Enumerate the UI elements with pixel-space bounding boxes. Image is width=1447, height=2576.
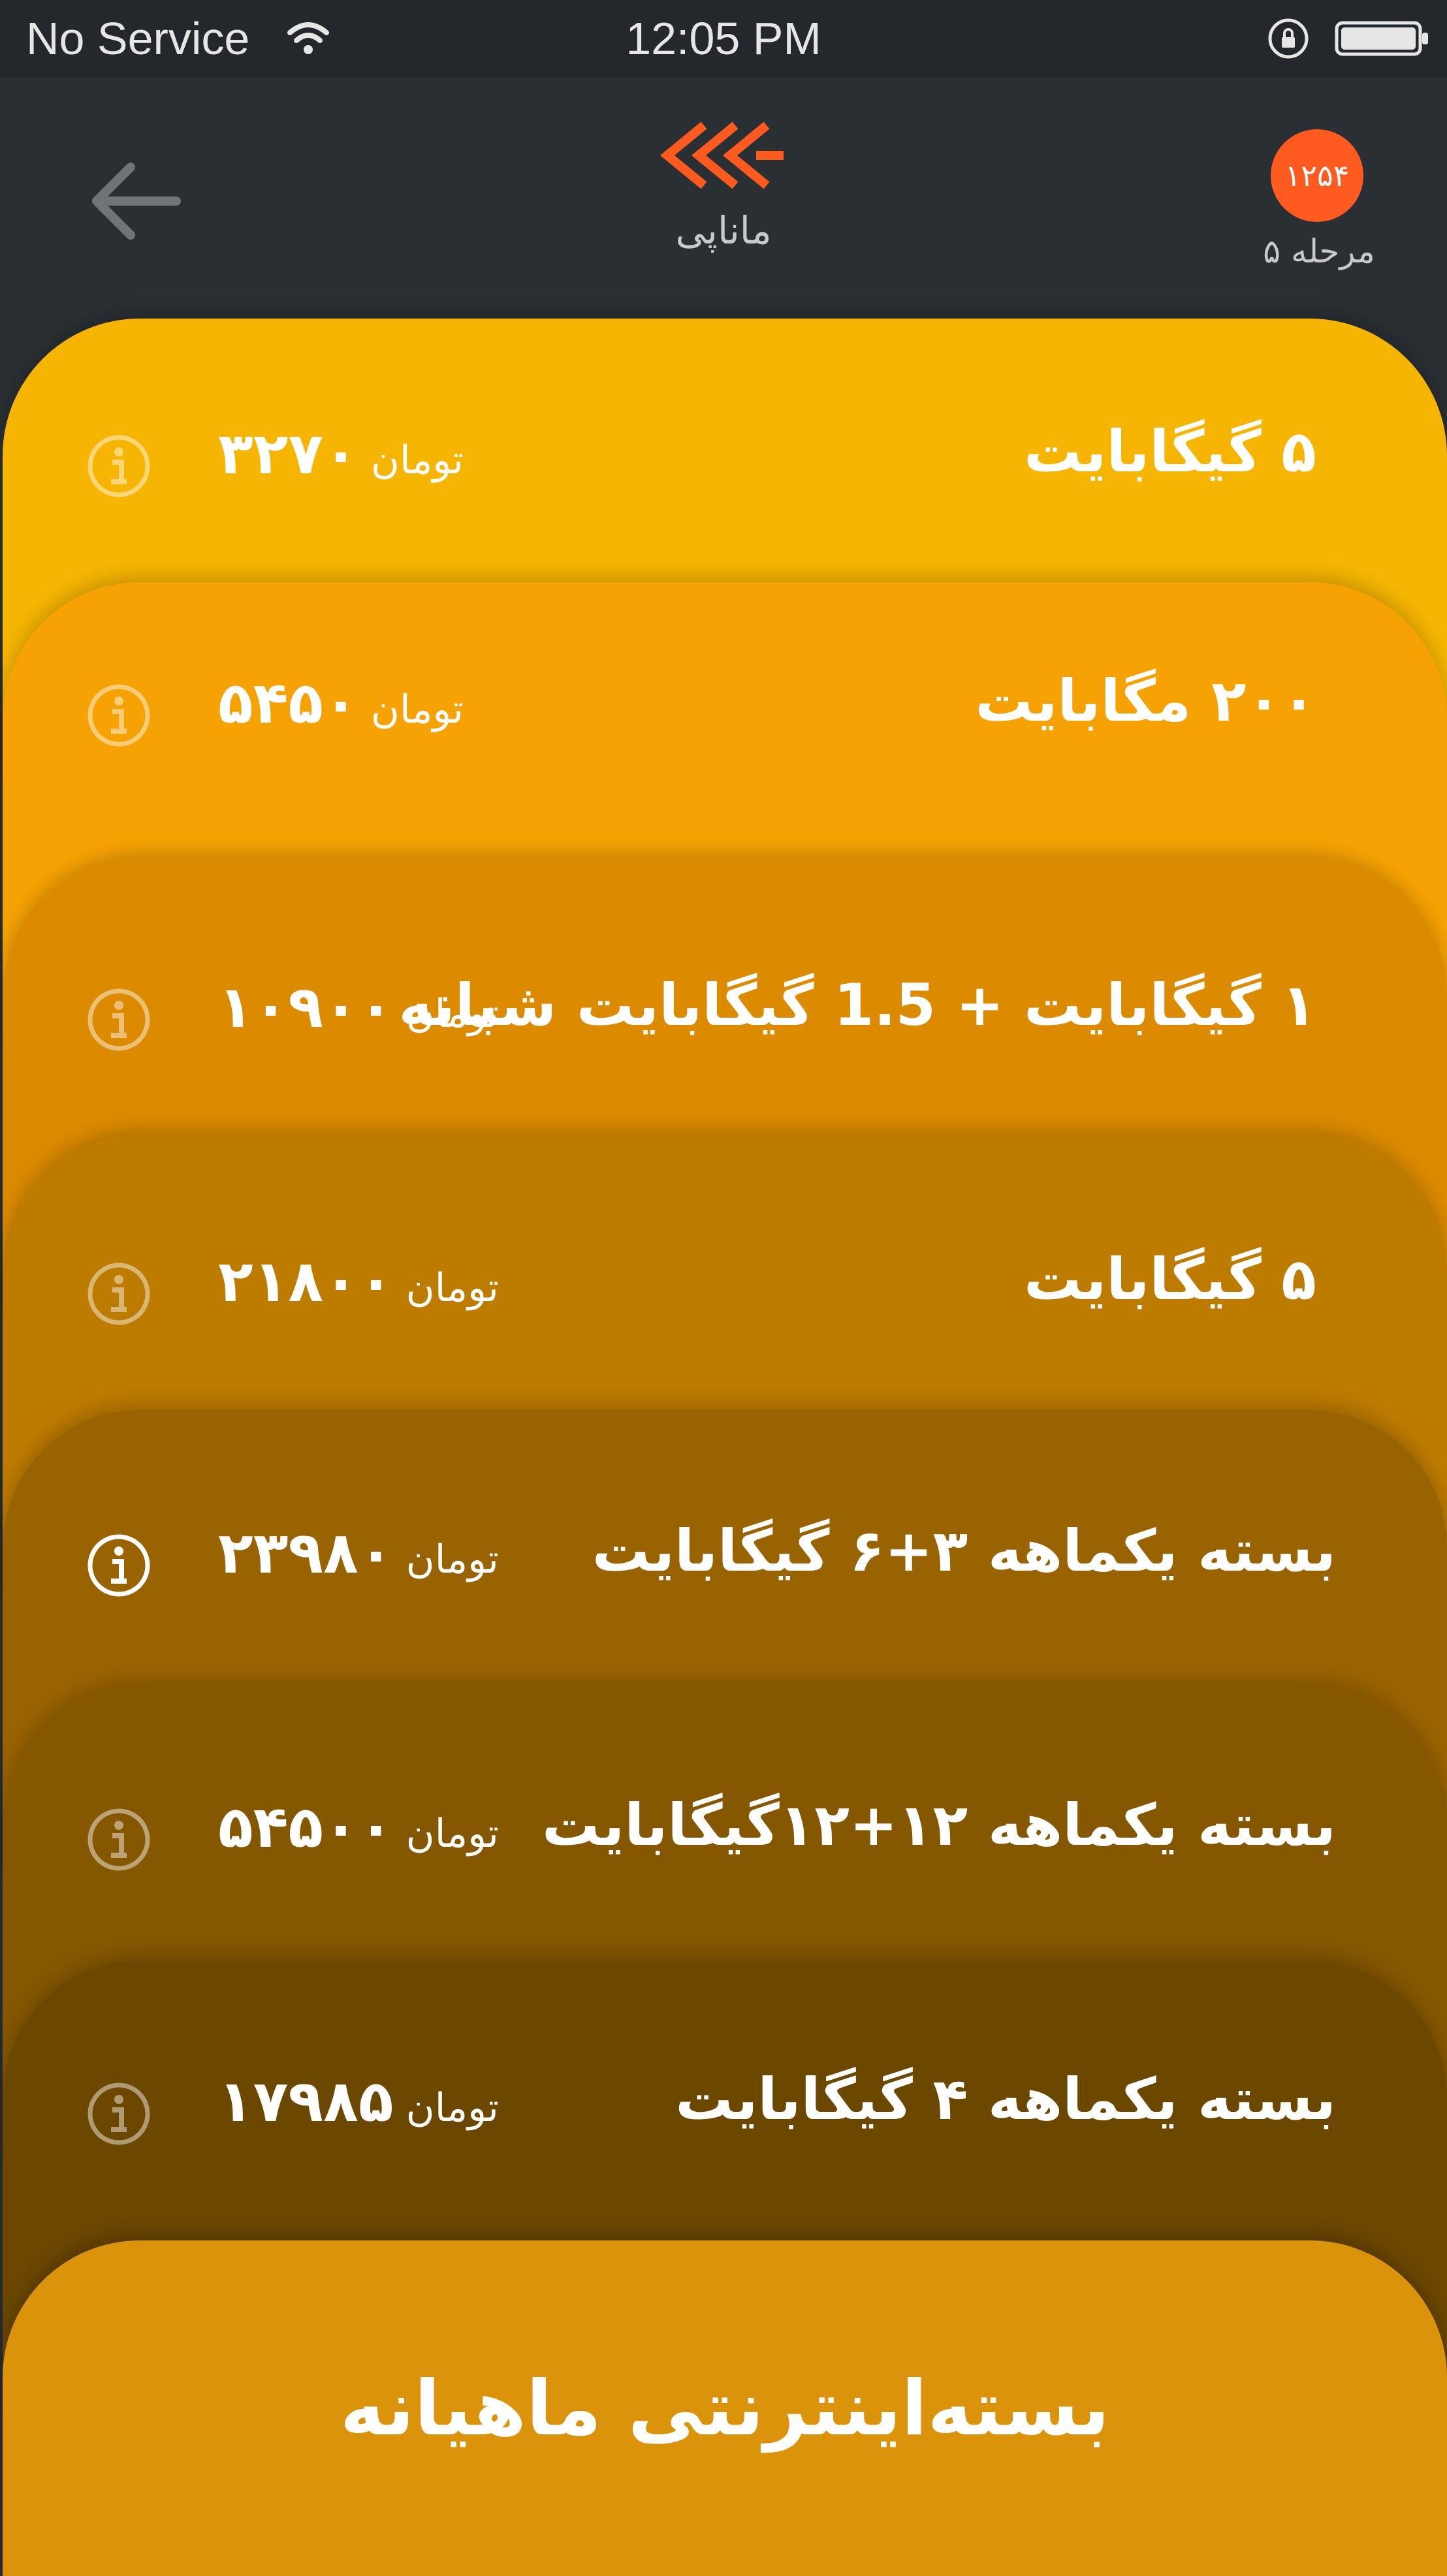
app-name: مانا‌پی	[675, 208, 772, 253]
info-icon[interactable]	[86, 433, 151, 499]
price-unit: تومان	[370, 687, 464, 732]
package-price: ۳۲۷۰ تومان	[218, 420, 475, 487]
info-icon[interactable]	[86, 1807, 151, 1872]
package-price: ۲۱۸۰۰ تومان	[218, 1248, 511, 1315]
package-title: بسته یکماهه ۱۲+۱۲گیگابایت	[542, 1791, 1336, 1859]
rotation-lock-icon	[1268, 18, 1309, 59]
package-price: ۵۴۵۰ تومان	[218, 669, 475, 736]
info-icon[interactable]	[86, 683, 151, 748]
level-label: مرحله ۵	[1263, 232, 1375, 270]
price-unit: تومان	[405, 991, 499, 1037]
package-list: ۵ گیگابایت ۳۲۷۰ تومان ۲۰۰ مگابایت ۵۴۵۰ ت…	[0, 319, 1447, 2576]
status-bar: No Service 12:05 PM	[0, 0, 1447, 77]
package-title: ۲۰۰ مگابایت	[975, 667, 1316, 734]
price-unit: تومان	[405, 1537, 499, 1582]
price-amount: ۲۳۹۸۰	[218, 1519, 394, 1586]
price-unit: تومان	[370, 437, 464, 483]
price-amount: ۵۴۵۰۰	[218, 1793, 394, 1861]
package-price: ۵۴۵۰۰ تومان	[218, 1793, 511, 1861]
monthly-packages-title: بسته‌اینترنتی ماهیانه	[340, 2364, 1110, 2453]
battery-icon	[1335, 21, 1428, 56]
package-title: ۵ گیگابایت	[1024, 1246, 1316, 1313]
package-title: بسته یکماهه ۳+۶ گیگابایت	[592, 1517, 1336, 1584]
package-price: ۱۰۹۰۰ تومان	[218, 973, 511, 1041]
price-unit: تومان	[405, 1265, 499, 1311]
package-title: ۵ گیگابایت	[1024, 418, 1316, 485]
price-unit: تومان	[405, 1811, 499, 1857]
level-badge: ۱۲۵۴	[1271, 129, 1363, 222]
app-logo-icon	[660, 121, 784, 189]
package-price: ۱۷۹۸۵ تومان	[218, 2067, 511, 2135]
package-title: بسته یکماهه ۴ گیگابایت	[675, 2066, 1336, 2133]
package-title: ۱ گیگابایت + 1.5 گیگابایت شبانه	[398, 971, 1316, 1039]
status-time: 12:05 PM	[626, 13, 821, 64]
info-icon[interactable]	[86, 2081, 151, 2146]
info-icon[interactable]	[86, 1261, 151, 1327]
info-icon[interactable]	[86, 987, 151, 1052]
price-amount: ۱۷۹۸۵	[218, 2067, 394, 2135]
app-header: مانا‌پی ۱۲۵۴ مرحله ۵	[0, 77, 1447, 325]
package-price: ۲۳۹۸۰ تومان	[218, 1519, 511, 1586]
info-icon[interactable]	[86, 1533, 151, 1598]
price-amount: ۵۴۵۰	[218, 669, 358, 736]
price-amount: ۱۰۹۰۰	[218, 973, 394, 1041]
price-amount: ۳۲۷۰	[218, 420, 358, 487]
monthly-packages-card[interactable]: بسته‌اینترنتی ماهیانه	[3, 2240, 1447, 2576]
price-amount: ۲۱۸۰۰	[218, 1248, 394, 1315]
price-unit: تومان	[405, 2085, 499, 2131]
